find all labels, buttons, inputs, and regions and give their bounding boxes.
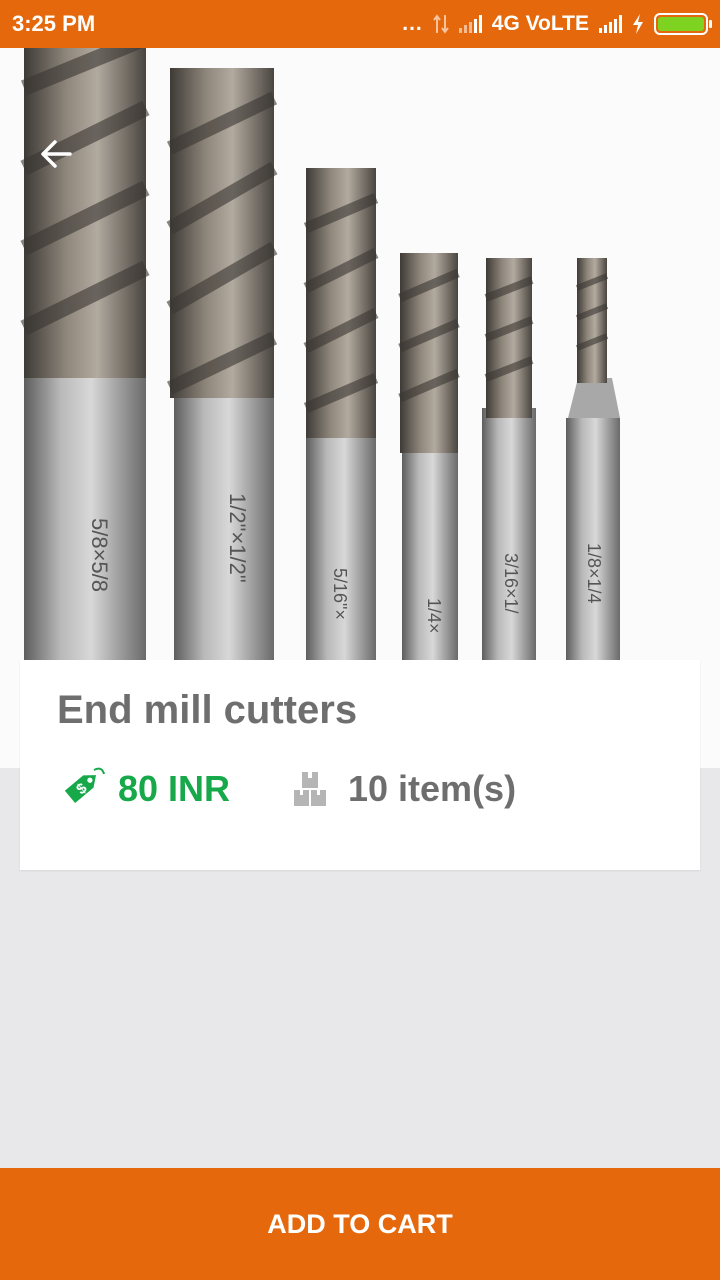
status-bar: 3:25 PM ... 4G VoLTE xyxy=(0,0,720,48)
battery-icon xyxy=(654,13,712,35)
shank-marking: 3/16×1/ xyxy=(501,553,521,614)
price-tag-icon: $ xyxy=(64,767,105,804)
shank-marking: 1/2"×1/2" xyxy=(225,493,250,583)
boxes-icon xyxy=(294,772,326,806)
product-stock: 10 item(s) xyxy=(348,768,517,809)
back-button[interactable] xyxy=(36,134,76,174)
product-price: 80 INR xyxy=(118,768,231,809)
shank-marking: 1/4× xyxy=(424,598,444,634)
product-title: End mill cutters xyxy=(57,688,358,732)
signal-sim1-icon xyxy=(458,15,482,33)
add-to-cart-button[interactable]: ADD TO CART xyxy=(0,1168,720,1280)
product-info-card: End mill cutters $ 80 INR 10 item(s) xyxy=(20,660,700,870)
signal-sim2-icon xyxy=(599,15,622,33)
shank-marking: 5/16"× xyxy=(330,568,350,620)
status-time: 3:25 PM xyxy=(12,11,96,36)
more-notifications-icon: ... xyxy=(402,12,423,35)
data-transfer-icon xyxy=(432,14,449,34)
charging-bolt-icon xyxy=(633,14,643,34)
network-type-label: 4G VoLTE xyxy=(491,12,589,35)
shank-marking: 5/8×5/8 xyxy=(87,518,112,592)
arrow-left-icon xyxy=(41,140,72,168)
status-icons: ... 4G VoLTE xyxy=(402,8,712,40)
shank-marking: 1/8×1/4 xyxy=(584,543,604,604)
battery-level xyxy=(658,17,704,31)
